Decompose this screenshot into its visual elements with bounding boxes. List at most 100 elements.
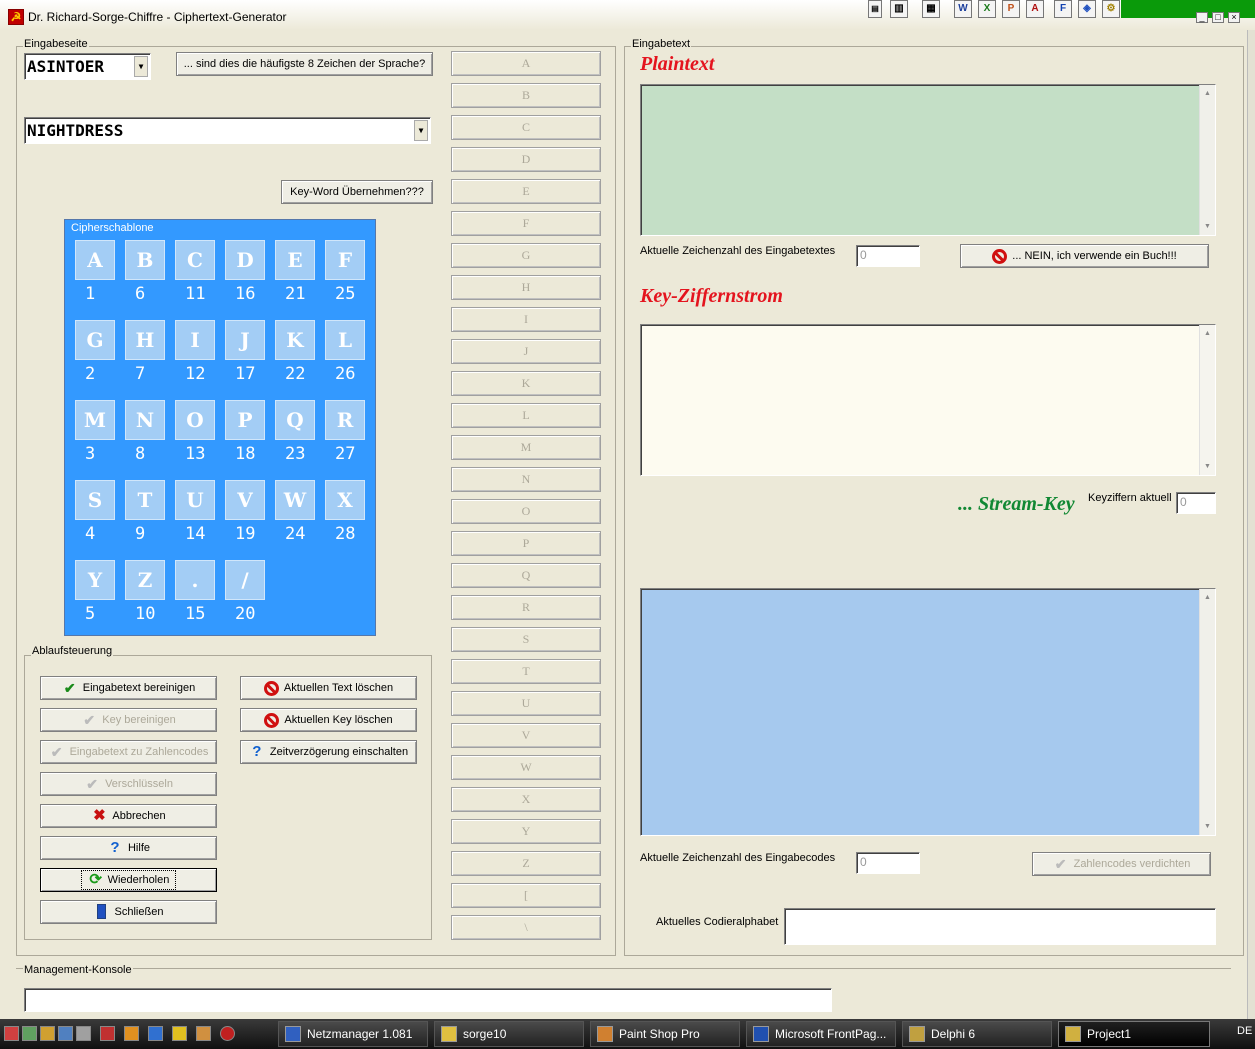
quicklaunch-icon[interactable]: [76, 1026, 91, 1041]
letter-button[interactable]: F: [451, 211, 601, 236]
letter-button[interactable]: R: [451, 595, 601, 620]
letter-button[interactable]: [: [451, 883, 601, 908]
letter-button[interactable]: J: [451, 339, 601, 364]
chevron-down-icon[interactable]: ▼: [414, 120, 428, 141]
word-icon[interactable]: W: [954, 0, 972, 18]
wiederholen-focus-frame: ⟳ Wiederholen: [80, 870, 177, 890]
minimize-icon[interactable]: _: [1196, 12, 1208, 23]
scroll-up-icon[interactable]: ▲: [1204, 90, 1211, 97]
letter-button[interactable]: C: [451, 115, 601, 140]
letter-button[interactable]: M: [451, 435, 601, 460]
alphabet-field[interactable]: [784, 908, 1216, 945]
verdichten-button[interactable]: ✔ Zahlencodes verdichten: [1032, 852, 1211, 876]
hilfe-button[interactable]: ? Hilfe: [40, 836, 217, 860]
key-memo[interactable]: ▲ ▼: [640, 324, 1216, 476]
letter-button[interactable]: Q: [451, 563, 601, 588]
cipher-number: 13: [185, 444, 206, 464]
taskbar-item-paintshop[interactable]: Paint Shop Pro: [590, 1021, 740, 1047]
network-icon[interactable]: ◈: [1078, 0, 1096, 18]
settings-icon[interactable]: ⚙: [1102, 0, 1120, 18]
letter-button[interactable]: Z: [451, 851, 601, 876]
scroll-down-icon[interactable]: ▼: [1204, 823, 1211, 830]
zeichenzahl-field[interactable]: 0: [856, 245, 920, 267]
letter-button[interactable]: S: [451, 627, 601, 652]
letter-button[interactable]: B: [451, 83, 601, 108]
quicklaunch-icon[interactable]: [220, 1026, 235, 1041]
plaintext-scrollbar[interactable]: ▲ ▼: [1199, 85, 1215, 235]
quicklaunch-menu-icon[interactable]: ▤: [868, 0, 882, 18]
frequency-check-button[interactable]: ... sind dies die häufigste 8 Zeichen de…: [176, 52, 433, 76]
zahlencodes-button[interactable]: ✔ Eingabetext zu Zahlencodes: [40, 740, 217, 764]
cipher-letter: H: [125, 320, 165, 360]
quicklaunch-icon[interactable]: [100, 1026, 115, 1041]
quicklaunch-icon[interactable]: [148, 1026, 163, 1041]
chevron-down-icon[interactable]: ▼: [134, 56, 148, 77]
close-icon[interactable]: ×: [1228, 12, 1240, 23]
stream-memo[interactable]: ▲ ▼: [640, 588, 1216, 836]
letter-button[interactable]: V: [451, 723, 601, 748]
text-loeschen-button[interactable]: Aktuellen Text löschen: [240, 676, 417, 700]
notepad-icon[interactable]: ▥: [890, 0, 908, 18]
document-icon[interactable]: ▦: [922, 0, 940, 18]
letter-button[interactable]: N: [451, 467, 601, 492]
scroll-up-icon[interactable]: ▲: [1204, 594, 1211, 601]
cipher-cell: W 24: [265, 480, 315, 560]
keyziffern-field[interactable]: 0: [1176, 492, 1216, 514]
schliessen-button[interactable]: Schließen: [40, 900, 217, 924]
excel-icon[interactable]: X: [978, 0, 996, 18]
verschluesseln-button[interactable]: ✔ Verschlüsseln: [40, 772, 217, 796]
quicklaunch-icon[interactable]: [172, 1026, 187, 1041]
taskbar-item-frontpage[interactable]: Microsoft FrontPag...: [746, 1021, 896, 1047]
buch-button[interactable]: ... NEIN, ich verwende ein Buch!!!: [960, 244, 1209, 268]
letter-button[interactable]: \: [451, 915, 601, 940]
letter-button[interactable]: O: [451, 499, 601, 524]
letter-button[interactable]: Y: [451, 819, 601, 844]
scroll-down-icon[interactable]: ▼: [1204, 463, 1211, 470]
taskbar-item-project1[interactable]: Project1: [1058, 1021, 1210, 1047]
quicklaunch-icon[interactable]: [22, 1026, 37, 1041]
zeitverzoegerung-button[interactable]: ? Zeitverzögerung einschalten: [240, 740, 417, 764]
letter-button[interactable]: K: [451, 371, 601, 396]
taskbar-item-netzmanager[interactable]: Netzmanager 1.081: [278, 1021, 428, 1047]
language-indicator[interactable]: DE: [1237, 1025, 1252, 1037]
letter-button[interactable]: U: [451, 691, 601, 716]
keyword-accept-button[interactable]: Key-Word Übernehmen???: [281, 180, 433, 204]
codes-field[interactable]: 0: [856, 852, 920, 874]
letter-button[interactable]: I: [451, 307, 601, 332]
cipher-letter: K: [275, 320, 315, 360]
taskbar-item-delphi[interactable]: Delphi 6: [902, 1021, 1052, 1047]
letter-button[interactable]: D: [451, 147, 601, 172]
frequency-combo[interactable]: ASINTOER ▼: [24, 53, 151, 80]
letter-button[interactable]: P: [451, 531, 601, 556]
plaintext-memo[interactable]: ▲ ▼: [640, 84, 1216, 236]
key-scrollbar[interactable]: ▲ ▼: [1199, 325, 1215, 475]
taskbar-item-sorge10[interactable]: sorge10: [434, 1021, 584, 1047]
acrobat-icon[interactable]: A: [1026, 0, 1044, 18]
key-bereinigen-button[interactable]: ✔ Key bereinigen: [40, 708, 217, 732]
scroll-down-icon[interactable]: ▼: [1204, 223, 1211, 230]
letter-button[interactable]: X: [451, 787, 601, 812]
quicklaunch-icon[interactable]: [40, 1026, 55, 1041]
letter-button[interactable]: G: [451, 243, 601, 268]
keyword-combo[interactable]: NIGHTDRESS ▼: [24, 117, 431, 144]
letter-button[interactable]: L: [451, 403, 601, 428]
quicklaunch-icon[interactable]: [58, 1026, 73, 1041]
key-loeschen-button[interactable]: Aktuellen Key löschen: [240, 708, 417, 732]
start-icon[interactable]: [4, 1026, 19, 1041]
letter-button[interactable]: W: [451, 755, 601, 780]
quicklaunch-icon[interactable]: [196, 1026, 211, 1041]
letter-button[interactable]: H: [451, 275, 601, 300]
quicklaunch-icon[interactable]: [124, 1026, 139, 1041]
powerpoint-icon[interactable]: P: [1002, 0, 1020, 18]
maximize-icon[interactable]: □: [1212, 12, 1224, 23]
stream-scrollbar[interactable]: ▲ ▼: [1199, 589, 1215, 835]
frontpage-icon[interactable]: F: [1054, 0, 1072, 18]
eingabetext-bereinigen-button[interactable]: ✔ Eingabetext bereinigen: [40, 676, 217, 700]
management-console[interactable]: [24, 988, 832, 1012]
scroll-up-icon[interactable]: ▲: [1204, 330, 1211, 337]
wiederholen-button[interactable]: ⟳ Wiederholen: [40, 868, 217, 892]
letter-button[interactable]: E: [451, 179, 601, 204]
abbrechen-button[interactable]: ✖ Abbrechen: [40, 804, 217, 828]
letter-button[interactable]: T: [451, 659, 601, 684]
letter-button[interactable]: A: [451, 51, 601, 76]
